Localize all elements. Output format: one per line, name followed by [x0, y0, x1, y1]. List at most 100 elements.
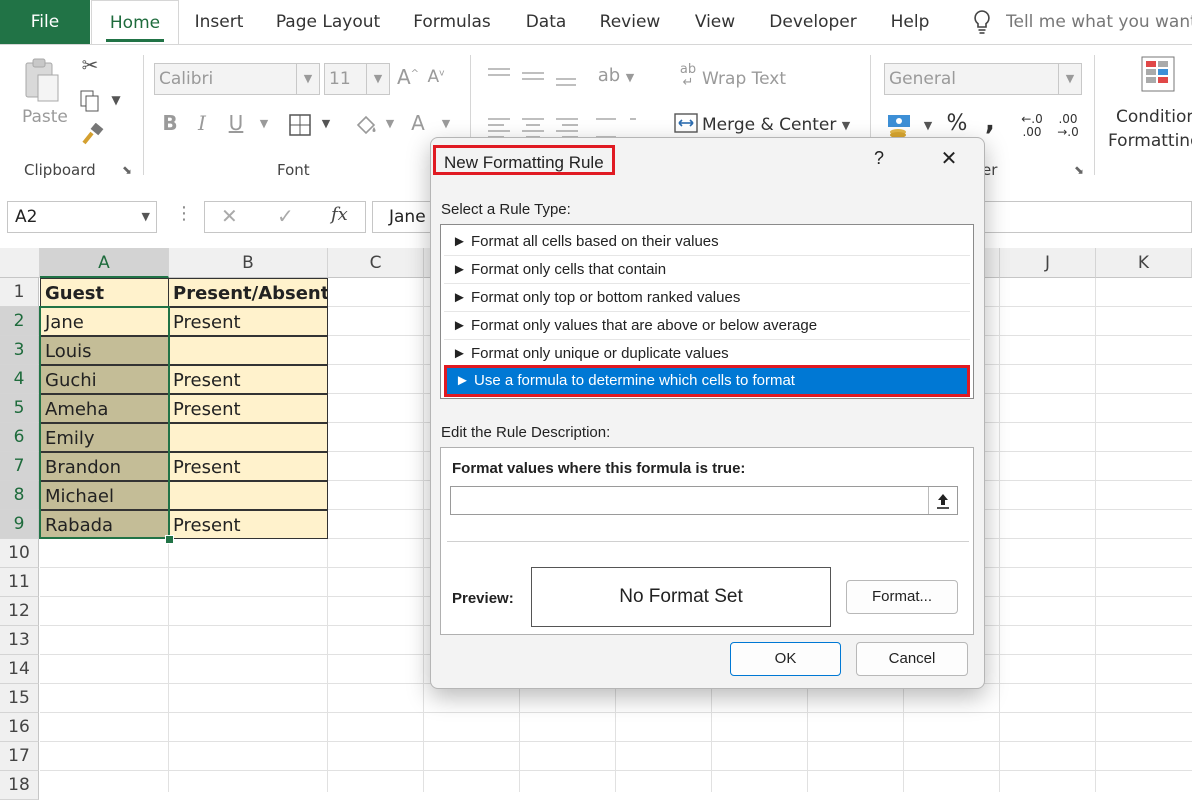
tab-file[interactable]: File — [0, 0, 90, 44]
tab-formulas[interactable]: Formulas — [404, 0, 500, 44]
cancel-icon[interactable]: ✕ — [221, 204, 238, 228]
tab-review[interactable]: Review — [592, 0, 668, 44]
column-header-b[interactable]: B — [169, 248, 328, 278]
name-box[interactable]: A2 ▼ — [7, 201, 157, 233]
rule-type-item[interactable]: ► Format only cells that contain — [444, 256, 970, 284]
table-cell-status[interactable]: Present — [168, 510, 328, 539]
underline-icon[interactable]: U — [224, 111, 248, 135]
chevron-down-icon[interactable]: ▼ — [438, 117, 454, 130]
chevron-down-icon[interactable]: ▼ — [920, 119, 936, 132]
row-header[interactable]: 17 — [0, 742, 39, 771]
chevron-down-icon[interactable]: ▼ — [256, 117, 272, 130]
table-cell-guest[interactable]: Michael — [40, 481, 169, 510]
select-all-corner[interactable] — [0, 248, 40, 278]
close-button[interactable]: ✕ — [935, 146, 963, 171]
table-cell-guest[interactable]: Louis — [40, 336, 169, 365]
table-cell-guest[interactable]: Emily — [40, 423, 169, 452]
wrap-text-button[interactable]: Wrap Text — [702, 69, 786, 89]
table-cell-status[interactable]: Present — [168, 307, 328, 336]
table-header-status[interactable]: Present/Absent — [168, 278, 328, 307]
row-header[interactable]: 7 — [0, 452, 39, 481]
chevron-down-icon[interactable]: ▼ — [838, 119, 854, 132]
wrap-text-icon[interactable]: ab ↵ — [678, 63, 698, 89]
fill-handle[interactable] — [165, 535, 174, 544]
row-header[interactable]: 1 — [0, 278, 39, 307]
rule-type-item[interactable]: ► Format only top or bottom ranked value… — [444, 284, 970, 312]
tab-developer[interactable]: Developer — [762, 0, 864, 44]
decrease-font-icon[interactable]: Av — [424, 67, 448, 87]
chevron-down-icon[interactable]: ▼ — [108, 93, 124, 107]
column-header-a[interactable]: A — [40, 248, 169, 278]
chevron-down-icon[interactable]: ▼ — [318, 117, 334, 130]
italic-icon[interactable]: I — [190, 111, 214, 135]
table-header-guest[interactable]: Guest — [40, 278, 169, 307]
row-header[interactable]: 10 — [0, 539, 39, 568]
rule-type-item[interactable]: ► Format only values that are above or b… — [444, 312, 970, 340]
row-header[interactable]: 13 — [0, 626, 39, 655]
copy-icon[interactable] — [78, 89, 102, 117]
formula-field[interactable] — [450, 486, 958, 515]
row-header[interactable]: 16 — [0, 713, 39, 742]
cut-icon[interactable]: ✂ — [76, 53, 104, 77]
tab-data[interactable]: Data — [516, 0, 576, 44]
rule-type-item[interactable]: ► Format only unique or duplicate values — [444, 340, 970, 368]
conditional-formatting-label-1[interactable]: Condition — [1116, 107, 1192, 127]
table-cell-status[interactable]: Present — [168, 452, 328, 481]
cancel-button[interactable]: Cancel — [856, 642, 968, 676]
table-cell-status[interactable] — [168, 481, 328, 510]
format-painter-icon[interactable] — [80, 122, 104, 151]
insert-function-icon[interactable]: fx — [331, 204, 348, 225]
chevron-down-icon[interactable]: ▼ — [382, 117, 398, 130]
table-cell-status[interactable] — [168, 336, 328, 365]
table-cell-guest[interactable]: Ameha — [40, 394, 169, 423]
table-cell-status[interactable]: Present — [168, 365, 328, 394]
enter-icon[interactable]: ✓ — [277, 204, 294, 228]
merge-center-icon[interactable] — [674, 111, 698, 139]
dialog-launcher-icon[interactable]: ⬊ — [122, 163, 132, 177]
increase-font-icon[interactable]: A^ — [396, 65, 420, 89]
row-header[interactable]: 11 — [0, 568, 39, 597]
table-cell-status[interactable]: Present — [168, 394, 328, 423]
bold-icon[interactable]: B — [158, 111, 182, 135]
paste-icon[interactable] — [20, 55, 64, 109]
row-header[interactable]: 12 — [0, 597, 39, 626]
tab-insert[interactable]: Insert — [184, 0, 254, 44]
font-color-icon[interactable]: A — [406, 111, 430, 135]
row-header[interactable]: 14 — [0, 655, 39, 684]
font-size-dropdown[interactable]: 11 ▼ — [324, 63, 390, 95]
rule-type-item-selected[interactable]: ► Use a formula to determine which cells… — [444, 365, 970, 397]
percent-style-icon[interactable]: % — [944, 111, 970, 136]
ok-button[interactable]: OK — [730, 642, 841, 676]
table-cell-guest[interactable]: Rabada — [40, 510, 169, 539]
row-header[interactable]: 2 — [0, 307, 39, 336]
conditional-formatting-label-2[interactable]: Formatting — [1108, 131, 1192, 151]
conditional-formatting-icon[interactable] — [1140, 55, 1180, 99]
collapse-dialog-icon[interactable] — [928, 487, 957, 514]
row-header[interactable]: 15 — [0, 684, 39, 713]
number-format-dropdown[interactable]: General ▼ — [884, 63, 1082, 95]
chevron-down-icon[interactable]: ▼ — [622, 71, 638, 84]
tell-me-search[interactable]: Tell me what you want — [1006, 0, 1192, 44]
tab-view[interactable]: View — [684, 0, 746, 44]
decrease-decimal-icon[interactable]: .00 →.0 — [1052, 113, 1084, 139]
column-header-j[interactable]: J — [1000, 248, 1096, 278]
orientation-icon[interactable]: ab — [596, 65, 622, 86]
table-cell-guest[interactable]: Guchi — [40, 365, 169, 394]
fill-color-icon[interactable] — [352, 111, 380, 143]
row-header[interactable]: 4 — [0, 365, 39, 394]
row-header[interactable]: 18 — [0, 771, 39, 800]
table-cell-guest[interactable]: Brandon — [40, 452, 169, 481]
tab-help[interactable]: Help — [880, 0, 940, 44]
merge-center-button[interactable]: Merge & Center — [702, 115, 836, 135]
row-header[interactable]: 5 — [0, 394, 39, 423]
column-header-c[interactable]: C — [328, 248, 424, 278]
column-header-k[interactable]: K — [1096, 248, 1192, 278]
row-header[interactable]: 9 — [0, 510, 39, 539]
dialog-launcher-icon[interactable]: ⬊ — [1074, 163, 1084, 177]
tab-page-layout[interactable]: Page Layout — [268, 0, 388, 44]
row-header[interactable]: 3 — [0, 336, 39, 365]
align-top-icon[interactable] — [486, 65, 576, 93]
tab-home[interactable]: Home — [91, 0, 179, 46]
increase-decimal-icon[interactable]: ←.0 .00 — [1016, 113, 1048, 139]
rule-type-item[interactable]: ► Format all cells based on their values — [444, 228, 970, 256]
